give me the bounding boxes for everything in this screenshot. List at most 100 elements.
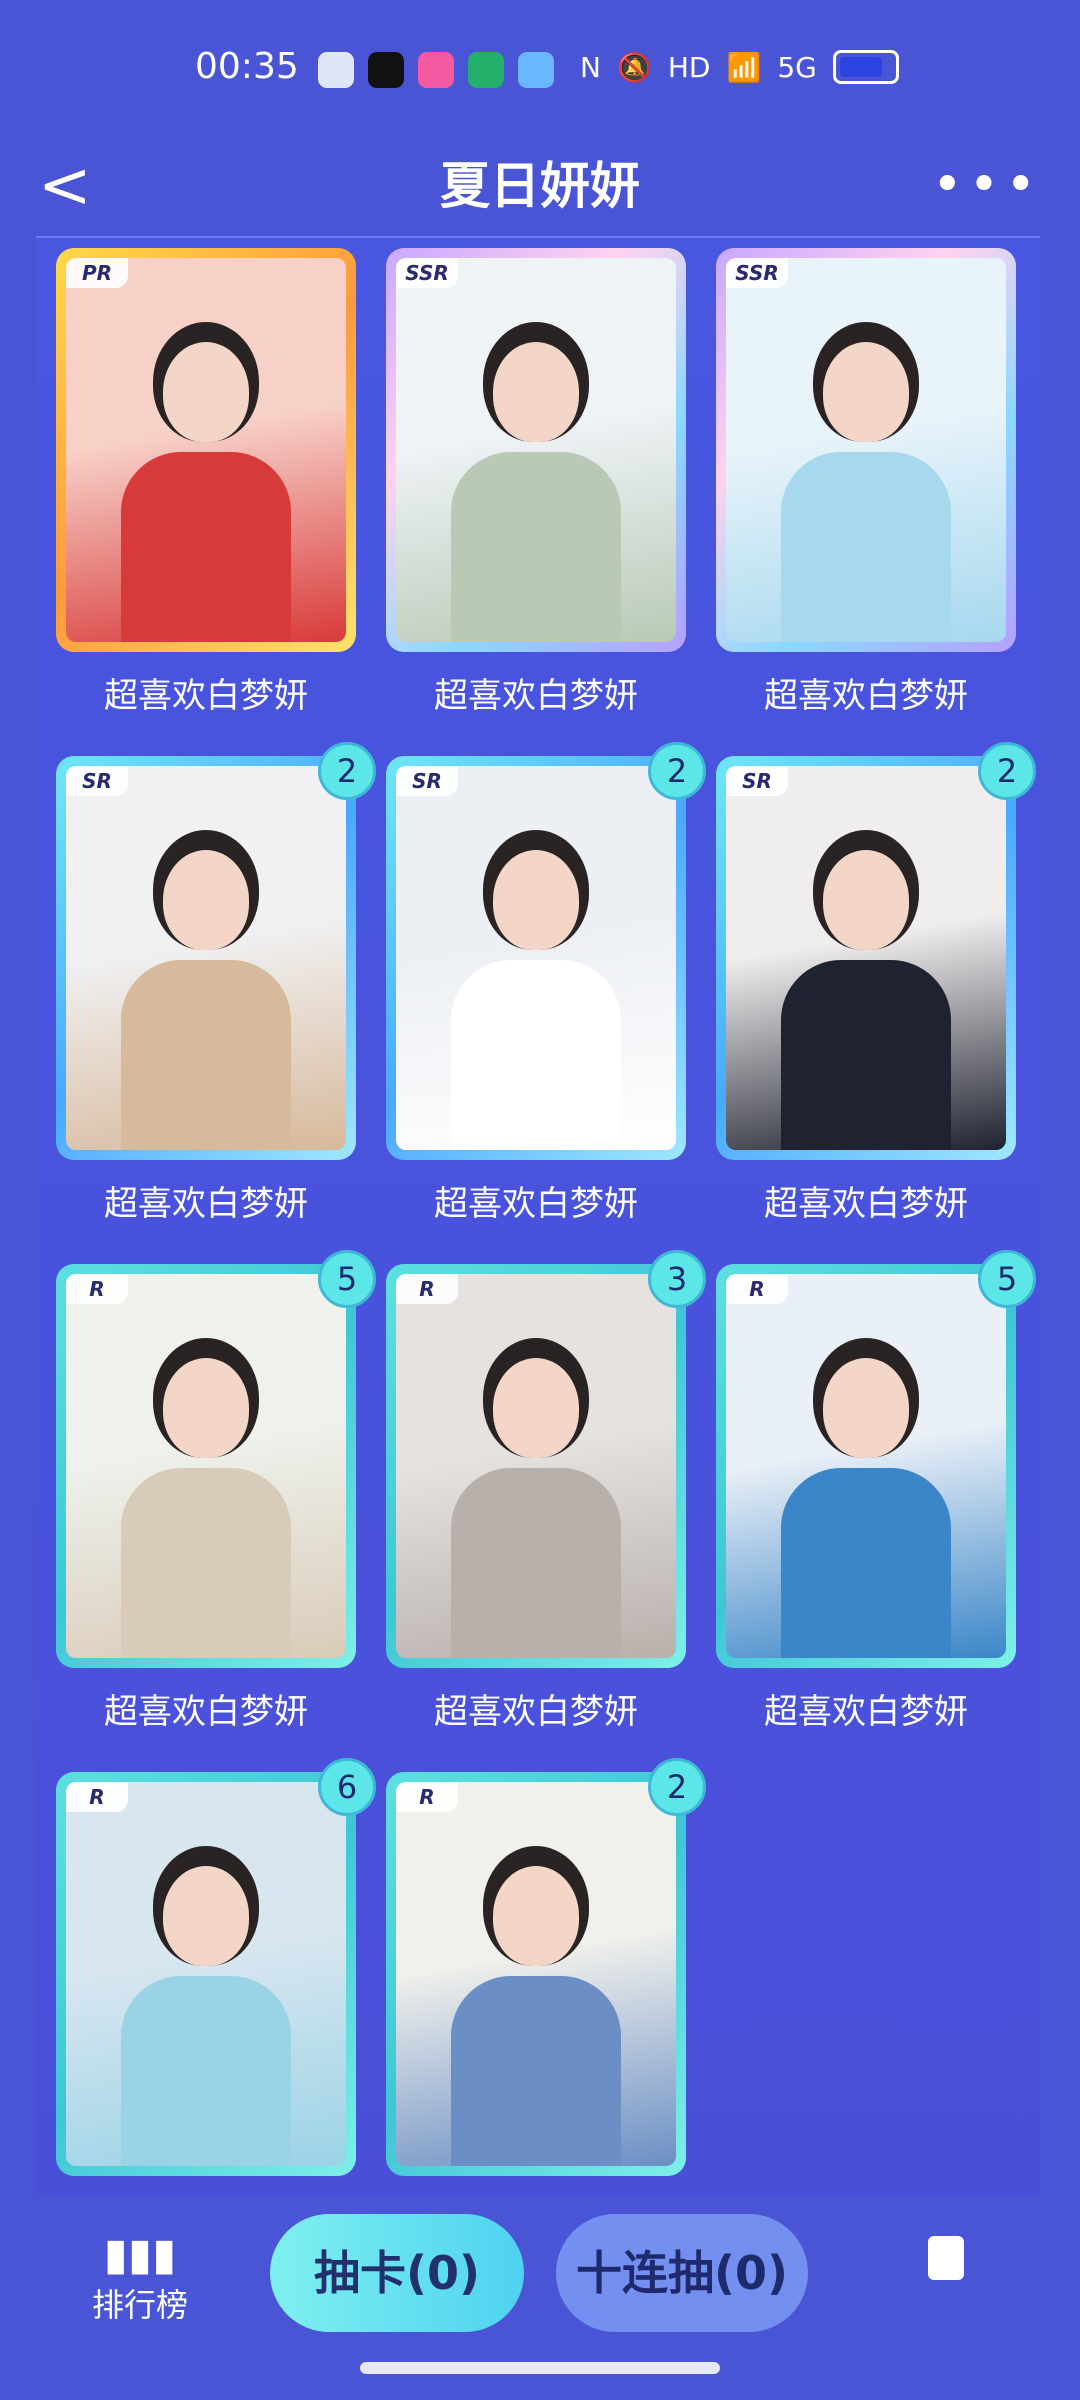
card-photo [396, 258, 676, 642]
status-right: N 🔕 HD 📶 5G [580, 50, 899, 84]
portrait-body [121, 1976, 291, 2166]
portrait-body [121, 1468, 291, 1658]
portrait-body [451, 960, 621, 1150]
draw-card-button[interactable]: 抽卡(0) [270, 2214, 524, 2332]
card-photo [66, 1782, 346, 2166]
rarity-badge: SSR [726, 258, 788, 288]
leaderboard-label: 排行榜 [91, 2286, 188, 2324]
weather-icon [518, 52, 554, 88]
card-photo [396, 1782, 676, 2166]
battery-icon [832, 50, 899, 84]
wifi-icon: 📶 [726, 50, 762, 84]
rarity-badge: R [66, 1782, 128, 1812]
card-label: 超喜欢白梦妍 [764, 676, 968, 716]
card-item[interactable]: SR 2 超喜欢白梦妍 [716, 742, 1036, 1226]
leaderboard-button[interactable]: ▮▮▮ 排行榜 [80, 2230, 200, 2326]
status-bar: 00:35 N 🔕 HD 📶 5G [0, 0, 1080, 140]
card-frame[interactable]: R [56, 1772, 356, 2176]
portrait-body [121, 960, 291, 1150]
card-label: 超喜欢白梦妍 [104, 676, 308, 716]
rarity-badge: R [396, 1274, 458, 1304]
portrait-body [451, 452, 621, 642]
card-label: 超喜欢白梦妍 [434, 676, 638, 716]
card-label: 超喜欢白梦妍 [764, 1184, 968, 1224]
portrait-head [163, 342, 249, 442]
card-label: 超喜欢白梦妍 [434, 1692, 638, 1732]
portrait-figure [121, 1866, 291, 2166]
bottom-action-bar: ▮▮▮ 排行榜 抽卡(0) 十连抽(0) [0, 2196, 1080, 2356]
card-item[interactable]: R2 [386, 1758, 706, 2242]
card-frame[interactable]: SSR [386, 248, 686, 652]
portrait-figure [121, 342, 291, 642]
nav-bar: < 夏日妍妍 ••• [0, 140, 1080, 236]
notes-icon[interactable] [928, 2236, 964, 2280]
card-frame[interactable]: SR [56, 756, 356, 1160]
card-count-badge: 5 [318, 1250, 376, 1308]
network-badge: 5G [777, 50, 817, 84]
portrait-head [493, 342, 579, 442]
portrait-head [823, 1358, 909, 1458]
rarity-badge: R [726, 1274, 788, 1304]
portrait-body [121, 452, 291, 642]
mute-icon: 🔕 [616, 50, 652, 84]
wechat-icon [318, 52, 354, 88]
card-label: 超喜欢白梦妍 [764, 1692, 968, 1732]
portrait-figure [451, 1358, 621, 1658]
nfc-icon: N [580, 50, 601, 84]
card-item[interactable]: R 3 超喜欢白梦妍 [386, 1250, 706, 1734]
rarity-badge: R [66, 1274, 128, 1304]
portrait-head [823, 850, 909, 950]
rarity-badge: SR [396, 766, 458, 796]
card-item[interactable]: SR 2 超喜欢白梦妍 [386, 742, 706, 1226]
portrait-head [163, 1358, 249, 1458]
card-frame[interactable]: R [386, 1264, 686, 1668]
more-options-button[interactable]: ••• [932, 159, 1042, 211]
card-item[interactable]: R 5 超喜欢白梦妍 [716, 1250, 1036, 1734]
portrait-head [493, 1358, 579, 1458]
card-item[interactable]: SSR 超喜欢白梦妍 [386, 248, 696, 718]
portrait-figure [451, 342, 621, 642]
card-item[interactable]: SR 2 超喜欢白梦妍 [56, 742, 376, 1226]
card-count-badge: 2 [648, 1758, 706, 1816]
card-count-badge: 5 [978, 1250, 1036, 1308]
portrait-body [781, 1468, 951, 1658]
ten-draw-button[interactable]: 十连抽(0) [556, 2214, 808, 2332]
portrait-figure [121, 850, 291, 1150]
app-l-icon [468, 52, 504, 88]
card-frame[interactable]: SR [716, 756, 1016, 1160]
card-photo [66, 766, 346, 1150]
card-photo [66, 258, 346, 642]
card-frame[interactable]: SR [386, 756, 686, 1160]
rarity-badge: SR [726, 766, 788, 796]
card-item[interactable]: R6 [56, 1758, 376, 2242]
status-app-icons [318, 52, 554, 88]
portrait-head [823, 342, 909, 442]
card-item[interactable]: R 5 超喜欢白梦妍 [56, 1250, 376, 1734]
card-frame[interactable]: R [716, 1264, 1016, 1668]
card-frame[interactable]: R [386, 1772, 686, 2176]
portrait-figure [451, 850, 621, 1150]
card-count-badge: 2 [318, 742, 376, 800]
page-title: 夏日妍妍 [440, 157, 640, 215]
tiktok-icon [368, 52, 404, 88]
hd-badge: HD [667, 50, 711, 84]
portrait-body [781, 452, 951, 642]
card-photo [396, 766, 676, 1150]
card-count-badge: 3 [648, 1250, 706, 1308]
card-item[interactable]: PR 超喜欢白梦妍 [56, 248, 366, 718]
card-photo [726, 766, 1006, 1150]
card-photo [396, 1274, 676, 1658]
rarity-badge: PR [66, 258, 128, 288]
home-indicator [360, 2362, 720, 2374]
card-frame[interactable]: SSR [716, 248, 1016, 652]
portrait-head [163, 850, 249, 950]
card-frame[interactable]: PR [56, 248, 356, 652]
card-collection-panel: PR 超喜欢白梦妍 SSR 超喜欢白梦妍 SSR 超喜欢白梦妍 SR 2 超喜欢白梦妍 SR 2 超喜… [36, 236, 1040, 2198]
status-time: 00:35 [195, 46, 299, 87]
card-count-badge: 6 [318, 1758, 376, 1816]
rarity-badge: SSR [396, 258, 458, 288]
card-label: 超喜欢白梦妍 [104, 1184, 308, 1224]
card-count-badge: 2 [978, 742, 1036, 800]
card-frame[interactable]: R [56, 1264, 356, 1668]
card-item[interactable]: SSR 超喜欢白梦妍 [716, 248, 1026, 718]
